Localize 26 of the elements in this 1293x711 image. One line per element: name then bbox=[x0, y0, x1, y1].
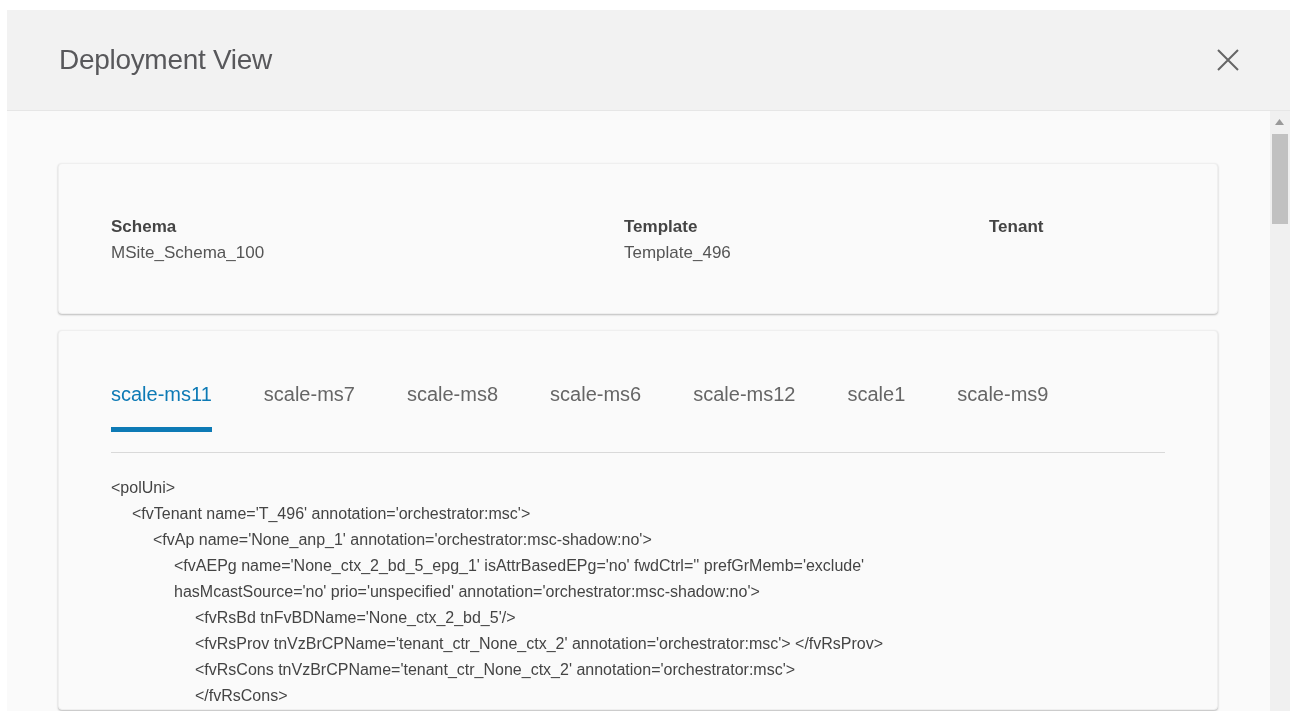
dialog-title: Deployment View bbox=[59, 43, 272, 77]
code-line: <fvAp name='None_anp_1' annotation='orchestrator:msc-shadow:no'> bbox=[153, 530, 653, 550]
code-line: <fvAEPg name='None_ctx_2_bd_5_epg_1' isAttrBasedEPg='no' fwdCtrl='' prefGrMemb='exclude' bbox=[174, 556, 866, 576]
site-tab[interactable]: scale-ms8 bbox=[406, 379, 499, 432]
code-line: <fvRsBd tnFvBDName='None_ctx_2_bd_5'/> bbox=[195, 608, 517, 628]
scrollbar[interactable] bbox=[1270, 111, 1290, 711]
code-line: </fvRsCons> bbox=[195, 686, 289, 706]
field-value: MSite_Schema_100 bbox=[111, 241, 266, 264]
code-line: <fvRsProv tnVzBrCPName='tenant_ctr_None_ctx_2' annotation='orchestrator:msc'> </fvRsProv> bbox=[195, 634, 885, 654]
site-tab[interactable]: scale-ms9 bbox=[957, 379, 1049, 432]
field-label: Template bbox=[624, 216, 699, 238]
field-value: Template_496 bbox=[624, 241, 732, 264]
site-tab[interactable]: scale-ms12 bbox=[693, 379, 796, 432]
code-line: hasMcastSource='no' prio='unspecified' annotation='orchestrator:msc-shadow:no'> bbox=[174, 582, 761, 602]
code-line: <fvTenant name='T_496' annotation='orchestrator:msc'> bbox=[132, 504, 532, 524]
close-icon[interactable] bbox=[1216, 48, 1240, 72]
field-label: Tenant bbox=[989, 216, 1045, 238]
scroll-up-icon[interactable] bbox=[1275, 119, 1284, 125]
field-label: Schema bbox=[111, 216, 178, 238]
code-line: <polUni> bbox=[111, 478, 177, 498]
site-tab[interactable]: scale1 bbox=[847, 379, 906, 432]
code-line: <fvRsCons tnVzBrCPName='tenant_ctr_None_ctx_2' annotation='orchestrator:msc'> bbox=[195, 660, 797, 680]
site-tab[interactable]: scale-ms7 bbox=[263, 379, 355, 432]
scrollbar-thumb[interactable] bbox=[1272, 134, 1288, 224]
site-tab[interactable]: scale-ms11 bbox=[111, 379, 212, 432]
site-tab[interactable]: scale-ms6 bbox=[550, 379, 642, 432]
